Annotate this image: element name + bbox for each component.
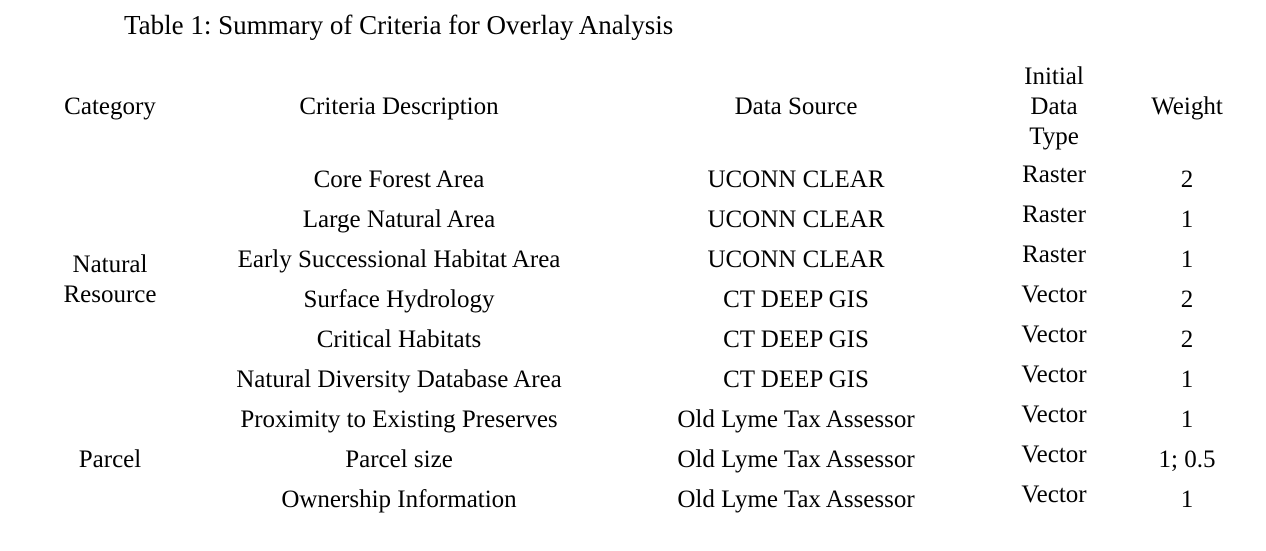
cell-criteria: Early Successional Habitat Area — [237, 246, 561, 273]
cell-category-line2: Resource — [63, 281, 157, 308]
cell-data-source: Old Lyme Tax Assessor — [677, 406, 915, 433]
cell-data-source: Old Lyme Tax Assessor — [677, 446, 915, 473]
document-page: Table 1: Summary of Criteria for Overlay… — [0, 0, 1266, 551]
cell-weight: 1 — [1180, 486, 1194, 513]
column-header-initial-data-type-line3: Type — [1029, 123, 1079, 150]
cell-weight: 1 — [1180, 206, 1194, 233]
cell-data-source: Old Lyme Tax Assessor — [677, 486, 915, 513]
cell-data-source: CT DEEP GIS — [723, 286, 869, 313]
cell-criteria: Proximity to Existing Preserves — [240, 406, 558, 433]
table-body-parcel: Parcel Proximity to Existing Preserves O… — [30, 400, 1250, 520]
table-header: Category Criteria Description Data Sourc… — [30, 54, 1250, 160]
cell-initial-data-type: Vector — [1021, 401, 1087, 428]
criteria-table-container: Category Criteria Description Data Sourc… — [30, 54, 1250, 520]
cell-weight: 2 — [1180, 326, 1194, 353]
cell-category-natural-resource: Natural Resource — [30, 160, 190, 400]
table-row: Early Successional Habitat Area UCONN CL… — [30, 240, 1250, 280]
cell-category-line1: Natural — [72, 251, 148, 278]
cell-criteria: Critical Habitats — [316, 326, 482, 353]
cell-criteria: Core Forest Area — [313, 166, 485, 193]
cell-criteria: Large Natural Area — [302, 206, 496, 233]
cell-weight: 2 — [1180, 286, 1194, 313]
cell-category-line1: Parcel — [78, 446, 142, 473]
cell-initial-data-type: Vector — [1021, 321, 1087, 348]
cell-category-parcel: Parcel — [30, 400, 190, 520]
column-header-criteria-description: Criteria Description — [299, 93, 499, 120]
column-header-initial-data-type-line1: Initial — [1024, 63, 1084, 90]
cell-weight: 1; 0.5 — [1158, 446, 1216, 473]
column-header-weight: Weight — [1151, 93, 1223, 120]
table-row: Critical Habitats CT DEEP GIS Vector 2 — [30, 320, 1250, 360]
table-row: Large Natural Area UCONN CLEAR Raster 1 — [30, 200, 1250, 240]
cell-data-source: UCONN CLEAR — [707, 246, 885, 273]
column-header-initial-data-type-line2: Data — [1030, 93, 1078, 120]
table-row: Parcel size Old Lyme Tax Assessor Vector… — [30, 440, 1250, 480]
table-caption: Table 1: Summary of Criteria for Overlay… — [124, 10, 674, 40]
header-row: Category Criteria Description Data Sourc… — [30, 54, 1250, 160]
cell-initial-data-type: Raster — [1022, 241, 1086, 268]
cell-data-source: UCONN CLEAR — [707, 206, 885, 233]
cell-data-source: CT DEEP GIS — [723, 326, 869, 353]
cell-initial-data-type: Vector — [1021, 281, 1087, 308]
cell-weight: 1 — [1180, 246, 1194, 273]
cell-initial-data-type: Vector — [1021, 361, 1087, 388]
column-header-data-source: Data Source — [734, 93, 858, 120]
table-row: Parcel Proximity to Existing Preserves O… — [30, 400, 1250, 473]
table-row: Ownership Information Old Lyme Tax Asses… — [30, 480, 1250, 520]
table-body-natural-resource: Natural Resource Core Forest Area UCONN … — [30, 160, 1250, 400]
table-row: Natural Diversity Database Area CT DEEP … — [30, 360, 1250, 400]
cell-weight: 1 — [1180, 366, 1194, 393]
cell-weight: 1 — [1180, 406, 1194, 433]
cell-criteria: Surface Hydrology — [303, 286, 495, 313]
cell-data-source: CT DEEP GIS — [723, 366, 869, 393]
table-row: Natural Resource Core Forest Area UCONN … — [30, 160, 1250, 308]
cell-initial-data-type: Vector — [1021, 481, 1087, 508]
cell-weight: 2 — [1180, 166, 1194, 193]
cell-data-source: UCONN CLEAR — [707, 166, 885, 193]
cell-initial-data-type: Raster — [1022, 161, 1086, 188]
cell-criteria: Natural Diversity Database Area — [236, 366, 562, 393]
cell-initial-data-type: Vector — [1021, 441, 1087, 468]
table-row: Surface Hydrology CT DEEP GIS Vector 2 — [30, 280, 1250, 320]
cell-criteria: Parcel size — [345, 446, 453, 473]
column-header-initial-data-type: Initial Data Type — [984, 54, 1124, 160]
cell-initial-data-type: Raster — [1022, 201, 1086, 228]
cell-criteria: Ownership Information — [281, 486, 517, 513]
column-header-category: Category — [64, 93, 156, 120]
criteria-table: Category Criteria Description Data Sourc… — [30, 54, 1250, 520]
